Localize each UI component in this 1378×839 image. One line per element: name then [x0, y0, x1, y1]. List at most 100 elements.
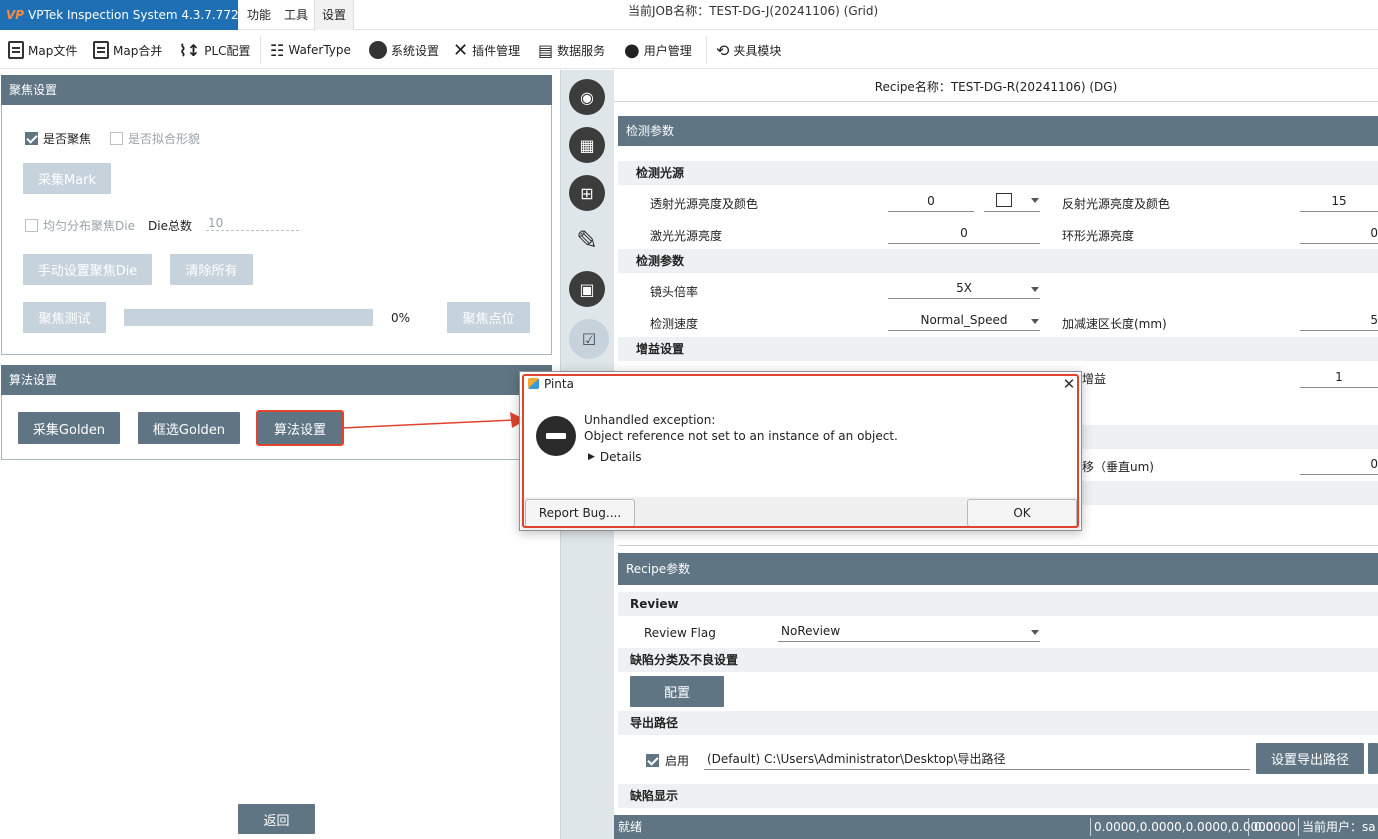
annotation-arrow: [341, 412, 526, 429]
app-title: VP VPTek Inspection System 4.3.7.7720: [0, 0, 238, 30]
accel-input[interactable]: 5: [1300, 309, 1378, 331]
focus-progress-bar: [124, 309, 373, 326]
select-golden-button[interactable]: 框选Golden: [138, 412, 240, 444]
plugin-manager-button[interactable]: ✕ 插件管理: [453, 31, 520, 69]
back-button[interactable]: 返回: [238, 804, 315, 834]
algo-panel-title: 算法设置: [1, 365, 552, 395]
status-separator: [1090, 818, 1091, 836]
set-export-path-button[interactable]: 设置导出路径: [1256, 743, 1364, 774]
close-icon[interactable]: ✕: [1058, 373, 1080, 395]
fixture-module-label: 夹具模块: [733, 43, 782, 58]
user-icon: ●: [624, 39, 640, 61]
uniform-focus-checkbox[interactable]: 均匀分布聚焦Die: [25, 217, 135, 234]
laser-light-input[interactable]: 0: [888, 222, 1040, 244]
speed-select[interactable]: Normal_Speed: [888, 309, 1040, 331]
pinta-icon: [528, 378, 539, 389]
lens-select[interactable]: 5X: [888, 277, 1040, 299]
wafer-type-button[interactable]: ☷ WaferType: [270, 31, 351, 69]
gain-input[interactable]: 1: [1300, 366, 1378, 388]
dialog-message-title: Unhandled exception:: [584, 413, 716, 427]
recipe-name: Recipe名称：TEST-DG-R(20241106) (DG): [614, 76, 1378, 102]
die-total-input[interactable]: 10: [206, 216, 299, 231]
plugin-manager-label: 插件管理: [472, 43, 521, 58]
offset-input[interactable]: 0: [1300, 453, 1378, 475]
system-settings-button[interactable]: 系统设置: [369, 31, 439, 69]
plc-icon: ⌇↕: [179, 40, 201, 60]
extra-button[interactable]: [1368, 743, 1378, 774]
error-icon: [536, 416, 576, 456]
fit-shape-checkbox[interactable]: 是否拟合形貌: [110, 130, 200, 147]
accel-label: 加减速区长度(mm): [1062, 317, 1167, 331]
current-job-name: 当前JOB名称：TEST-DG-J(20241106) (Grid): [628, 4, 879, 18]
trans-color-swatch[interactable]: [996, 193, 1012, 207]
collect-golden-button[interactable]: 采集Golden: [18, 412, 120, 444]
reflect-light-input[interactable]: 15: [1300, 190, 1378, 212]
export-path-input[interactable]: (Default) C:\Users\Administrator\Desktop…: [704, 748, 1250, 770]
progress-text: 0%: [391, 311, 411, 325]
algo-setting-button[interactable]: 算法设置: [256, 410, 344, 446]
fixture-module-button[interactable]: ⟲ 夹具模块: [716, 31, 781, 69]
chevron-down-icon[interactable]: [1031, 630, 1039, 635]
user-manager-button[interactable]: ● 用户管理: [624, 31, 692, 69]
checklist-icon[interactable]: ☑: [569, 319, 609, 359]
image-icon[interactable]: ▣: [569, 271, 605, 307]
camera-icon[interactable]: ◉: [569, 79, 605, 115]
status-separator: [1298, 818, 1299, 836]
toolbar-separator: [706, 36, 707, 64]
chevron-down-icon[interactable]: [1031, 287, 1039, 292]
config-button[interactable]: 配置: [630, 676, 724, 707]
laser-light-label: 激光光源亮度: [650, 229, 723, 243]
toolbar-separator: [260, 36, 261, 64]
menu-settings[interactable]: 设置: [314, 0, 355, 30]
map-merge-label: Map合并: [113, 43, 163, 58]
collect-mark-button[interactable]: 采集Mark: [23, 163, 111, 194]
report-bug-button[interactable]: Report Bug....: [525, 499, 635, 527]
detect-params-title: 检测参数: [618, 116, 1378, 146]
export-path-section: 导出路径: [618, 711, 1378, 735]
focus-test-button[interactable]: 聚焦测试: [23, 302, 106, 333]
checkbox-checked-icon: [25, 132, 38, 145]
plc-config-label: PLC配置: [204, 43, 251, 58]
menu-function[interactable]: 功能: [240, 0, 278, 30]
trans-light-input[interactable]: 0: [888, 190, 974, 212]
recipe-params-title: Recipe参数: [618, 553, 1378, 585]
details-expander[interactable]: ▶ Details: [588, 450, 642, 464]
review-section: Review: [618, 592, 1378, 616]
error-dialog: Pinta ✕ Unhandled exception: Object refe…: [519, 371, 1082, 531]
map-file-label: Map文件: [28, 43, 78, 58]
ok-button[interactable]: OK: [967, 499, 1077, 527]
ring-light-input[interactable]: 0: [1300, 222, 1378, 244]
dialog-title: Pinta: [520, 372, 1081, 396]
status-separator: [1248, 818, 1249, 836]
menu-tools[interactable]: 工具: [277, 0, 315, 30]
system-settings-label: 系统设置: [391, 43, 440, 58]
defect-class-section: 缺陷分类及不良设置: [618, 648, 1378, 672]
server-icon: ▤: [538, 40, 554, 60]
map-file-button[interactable]: Map文件: [8, 31, 77, 69]
focus-position-button[interactable]: 聚焦点位: [447, 302, 530, 333]
speed-label: 检测速度: [650, 317, 699, 331]
status-user: 当前用户：sa: [1302, 820, 1376, 834]
manual-set-focus-die-button[interactable]: 手动设置聚焦Die: [23, 254, 152, 285]
uniform-focus-label: 均匀分布聚焦Die: [43, 219, 135, 233]
data-service-button[interactable]: ▤ 数据服务: [538, 31, 605, 69]
status-coords: 0.0000,0.0000,0.0000,0.0000: [1094, 820, 1274, 834]
checkbox-checked-icon: [646, 754, 659, 767]
map-merge-button[interactable]: Map合并: [93, 31, 162, 69]
focus-checkbox[interactable]: 是否聚焦: [25, 130, 91, 147]
merge-icon: [93, 41, 109, 59]
plc-config-button[interactable]: ⌇↕ PLC配置: [179, 31, 251, 69]
chevron-down-icon[interactable]: [1031, 198, 1039, 203]
clear-all-button[interactable]: 清除所有: [170, 254, 253, 285]
dialog-message-body: Object reference not set to an instance …: [584, 429, 898, 443]
review-flag-select[interactable]: NoReview: [778, 620, 1040, 642]
wafer-list-icon[interactable]: ⊞: [569, 175, 605, 211]
focus-panel-title: 聚焦设置: [1, 75, 552, 105]
chevron-down-icon[interactable]: [1031, 319, 1039, 324]
wafer-grid-icon[interactable]: ▦: [569, 127, 605, 163]
export-enable-checkbox[interactable]: 启用: [646, 752, 689, 769]
list-icon: ☷: [270, 40, 285, 60]
focus-checkbox-label: 是否聚焦: [43, 132, 92, 146]
ruler-tools-icon[interactable]: ✎: [569, 223, 605, 259]
trans-light-label: 透射光源亮度及颜色: [650, 197, 759, 211]
